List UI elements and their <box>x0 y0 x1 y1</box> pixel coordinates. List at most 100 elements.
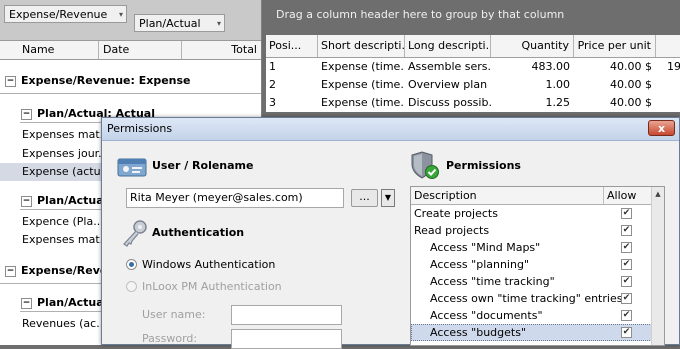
close-icon: x <box>657 122 666 135</box>
allow-checkbox[interactable]: ✔ <box>621 208 632 219</box>
permission-row[interactable]: Access "Mind Maps" ✔ <box>411 239 652 256</box>
column-date[interactable]: Date <box>99 41 182 59</box>
permission-label: Access own "time tracking" entries <box>430 292 623 305</box>
user-name-field[interactable] <box>231 305 342 325</box>
group-row[interactable]: − Expense/Revenue: Expense <box>0 72 261 90</box>
cell-extra: 19 <box>667 60 680 73</box>
cell-name: Expense (actu... <box>22 165 112 178</box>
table-row[interactable]: 1 Expense (time... Assemble sers... 483.… <box>266 58 680 76</box>
allow-checkbox[interactable]: ✔ <box>621 276 632 287</box>
browse-button[interactable]: ... <box>351 189 378 207</box>
column-long-description[interactable]: Long descripti... <box>405 35 491 57</box>
group-by-area: Expense/Revenue ▾ Plan/Actual ▾ <box>0 0 261 40</box>
cell-position: 3 <box>269 96 276 109</box>
group-chip-expense-revenue[interactable]: Expense/Revenue ▾ <box>4 5 127 23</box>
inloox-auth-radio[interactable] <box>126 281 137 292</box>
windows-auth-label[interactable]: Windows Authentication <box>142 258 275 271</box>
password-label: Password: <box>142 332 198 345</box>
windows-auth-radio[interactable] <box>126 259 137 270</box>
column-position[interactable]: Posi... <box>266 35 318 57</box>
cell-long-description: Discuss possib... <box>408 96 491 109</box>
cell-name: Expence (Pla... <box>22 215 104 228</box>
permission-row[interactable]: Access "planning" ✔ <box>411 256 652 273</box>
divider <box>0 93 261 94</box>
cell-price: 40.00 $ <box>610 60 652 73</box>
cell-name: Expenses mat... <box>22 128 111 141</box>
allow-checkbox[interactable]: ✔ <box>621 327 632 338</box>
column-quantity[interactable]: Quantity <box>491 35 574 57</box>
cell-long-description: Assemble sers... <box>408 60 491 73</box>
collapse-icon[interactable]: − <box>21 196 32 207</box>
dropdown-arrow-icon[interactable]: ▼ <box>381 189 395 207</box>
cell-price: 40.00 $ <box>610 78 652 91</box>
permission-label: Access "time tracking" <box>430 275 555 288</box>
auth-section-heading: Authentication <box>152 226 245 239</box>
allow-checkbox[interactable]: ✔ <box>621 259 632 270</box>
user-section-heading: User / Rolename <box>152 159 254 172</box>
cell-short-description: Expense (time... <box>321 78 405 91</box>
permissions-dialog: Permissions x User / Rolename Rita Meyer… <box>101 117 680 349</box>
column-price-per-unit[interactable]: Price per unit <box>574 35 656 57</box>
permission-label: Access "documents" <box>430 309 543 322</box>
collapse-icon[interactable]: − <box>21 109 32 120</box>
permission-label: Create projects <box>414 207 498 220</box>
vertical-scrollbar[interactable]: ▲ <box>651 187 664 345</box>
shield-check-icon <box>410 150 440 180</box>
password-field[interactable] <box>231 329 342 349</box>
permission-row-selected[interactable]: Access "budgets" ✔ <box>411 324 652 341</box>
user-name-label: User name: <box>142 308 206 321</box>
sort-arrow-icon: ▾ <box>216 19 221 28</box>
permissions-section-heading: Permissions <box>446 159 521 172</box>
permission-label: Access "budgets" <box>430 326 527 339</box>
left-column-header: Name Date Total <box>0 40 261 60</box>
cell-quantity: 1.00 <box>545 78 571 91</box>
permission-row[interactable]: Read projects ✔ <box>411 222 652 239</box>
column-name[interactable]: Name <box>0 41 99 59</box>
column-allow[interactable]: Allow <box>604 187 652 204</box>
collapse-icon[interactable]: − <box>5 266 16 277</box>
sort-arrow-icon: ▾ <box>118 10 123 19</box>
collapse-icon[interactable]: − <box>21 298 32 309</box>
user-rolename-field[interactable]: Rita Meyer (meyer@sales.com) <box>126 188 344 208</box>
permission-row[interactable]: Access "time tracking" ✔ <box>411 273 652 290</box>
cell-position: 2 <box>269 78 276 91</box>
permissions-header: Description Allow <box>411 187 664 205</box>
cell-long-description: Overview plan <box>408 78 488 91</box>
cell-name: Expenses mat... <box>22 233 111 246</box>
cell-position: 1 <box>269 60 276 73</box>
table-row[interactable]: 2 Expense (time... Overview plan 1.00 40… <box>266 76 680 94</box>
allow-checkbox[interactable]: ✔ <box>621 293 632 304</box>
right-column-header: Posi... Short descripti... Long descript… <box>266 35 680 58</box>
column-description[interactable]: Description <box>411 187 604 204</box>
inloox-auth-label[interactable]: InLoox PM Authentication <box>142 280 282 293</box>
column-short-description[interactable]: Short descripti... <box>318 35 405 57</box>
right-grid-rows: 1 Expense (time... Assemble sers... 483.… <box>266 58 680 112</box>
scroll-up-arrow-icon[interactable]: ▲ <box>653 189 663 199</box>
permission-label: Access "planning" <box>430 258 530 271</box>
cell-short-description: Expense (time... <box>321 60 405 73</box>
allow-checkbox[interactable]: ✔ <box>621 225 632 236</box>
column-more[interactable] <box>656 35 680 57</box>
permission-row[interactable]: Create projects ✔ <box>411 205 652 222</box>
cell-name: Revenues (ac... <box>22 317 107 330</box>
cell-quantity: 1.25 <box>545 96 571 109</box>
table-row[interactable]: 3 Expense (time... Discuss possib... 1.2… <box>266 94 680 112</box>
group-chip-label: Plan/Actual <box>139 17 201 30</box>
user-card-icon <box>116 156 148 178</box>
close-button[interactable]: x <box>648 120 675 136</box>
cell-price: 40.00 $ <box>610 96 652 109</box>
key-icon <box>118 218 150 248</box>
permission-row[interactable]: Access own "time tracking" entries ✔ <box>411 290 652 307</box>
dialog-titlebar[interactable]: Permissions x <box>102 118 679 141</box>
collapse-icon[interactable]: − <box>5 76 16 87</box>
group-label: Expense/Revenue: Expense <box>21 74 191 87</box>
group-drop-hint: Drag a column header here to group by th… <box>262 0 680 33</box>
column-total[interactable]: Total <box>182 41 261 59</box>
cell-quantity: 483.00 <box>531 60 571 73</box>
cell-name: Expenses jour... <box>22 147 109 160</box>
allow-checkbox[interactable]: ✔ <box>621 242 632 253</box>
permissions-table: Description Allow Create projects ✔ Read… <box>410 186 665 346</box>
group-chip-plan-actual[interactable]: Plan/Actual ▾ <box>134 14 225 32</box>
allow-checkbox[interactable]: ✔ <box>621 310 632 321</box>
permission-row[interactable]: Access "documents" ✔ <box>411 307 652 324</box>
